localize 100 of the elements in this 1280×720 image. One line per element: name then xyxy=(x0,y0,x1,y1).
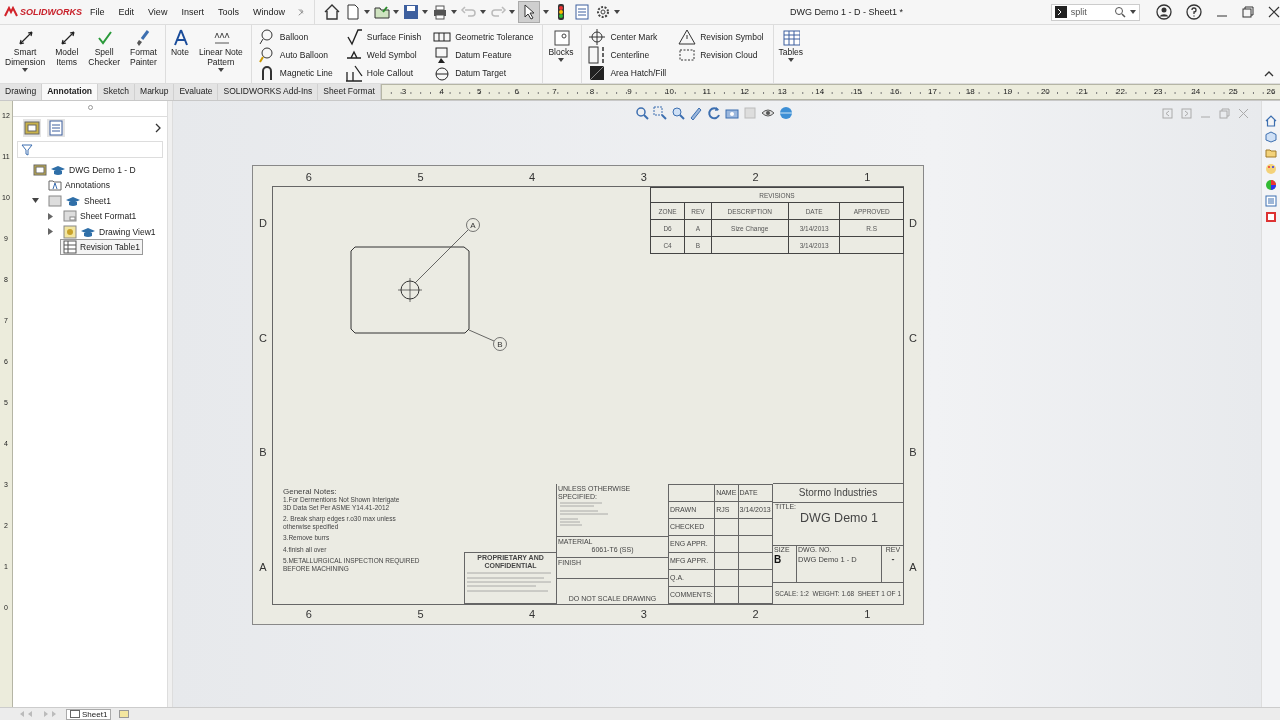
chevron-right-icon[interactable] xyxy=(155,123,161,133)
collapse-arrow-icon[interactable] xyxy=(32,197,39,205)
leader-line xyxy=(468,329,495,342)
sheet-icon xyxy=(70,710,80,718)
zone-label: 1 xyxy=(863,169,872,185)
zone-label: A xyxy=(258,559,268,575)
menu-item[interactable]: Edit xyxy=(118,7,135,17)
caret-icon[interactable] xyxy=(451,10,458,14)
ribbon-button[interactable]: Area Hatch/Fill xyxy=(588,64,667,81)
caret-icon[interactable] xyxy=(543,10,550,14)
grip-icon[interactable] xyxy=(87,105,93,110)
ribbon-button[interactable]: Hole Callout xyxy=(344,64,422,81)
ribbon-tab[interactable]: Sheet Format xyxy=(318,84,381,100)
expand-arrow-icon[interactable] xyxy=(47,228,54,236)
tree-item[interactable]: Annotations xyxy=(45,177,113,194)
caret-icon[interactable] xyxy=(480,10,487,14)
caret-icon[interactable] xyxy=(509,10,516,14)
ribbon-button[interactable]: Surface Finish xyxy=(344,28,422,45)
sheet-tab[interactable]: Sheet1 xyxy=(66,708,112,720)
search-icon[interactable] xyxy=(1114,6,1126,18)
caret-icon[interactable] xyxy=(557,58,564,62)
help-icon[interactable] xyxy=(1186,4,1202,20)
tree-item[interactable]: Drawing View1 xyxy=(60,223,159,240)
ribbon-button[interactable]: Note xyxy=(167,28,192,83)
ribbon-button[interactable]: Centerline xyxy=(588,46,667,63)
collapse-chevron-icon[interactable] xyxy=(1264,71,1274,77)
color-wheel-icon[interactable] xyxy=(1265,179,1277,191)
user-account-icon[interactable] xyxy=(1156,4,1172,20)
globe-icon[interactable] xyxy=(779,106,793,120)
ribbon-button[interactable]: Weld Symbol xyxy=(344,46,422,63)
ribbon-button[interactable]: Magnetic Line xyxy=(257,64,333,81)
ribbon-button[interactable]: Linear Note Pattern xyxy=(195,28,246,83)
form-icon[interactable] xyxy=(1265,211,1277,223)
ribbon-tab[interactable]: Drawing xyxy=(0,84,43,100)
menu-item[interactable]: Window xyxy=(252,7,285,17)
funnel-icon xyxy=(21,143,33,156)
caret-icon[interactable] xyxy=(364,10,371,14)
caret-icon[interactable] xyxy=(393,10,400,14)
zoom-fit-icon[interactable] xyxy=(635,106,649,120)
zone-label: B xyxy=(258,445,268,461)
close-icon[interactable] xyxy=(1268,6,1280,18)
feature-tree-tab-icon[interactable] xyxy=(23,119,41,137)
rotate-icon[interactable] xyxy=(707,106,721,120)
tree-item[interactable]: Sheet Format1 xyxy=(60,208,140,225)
eye-icon[interactable] xyxy=(761,106,775,120)
drawing-view-icon xyxy=(63,224,77,239)
menu-item[interactable]: Insert xyxy=(181,7,204,17)
ribbon-button[interactable]: Tables xyxy=(775,28,807,83)
folder-icon[interactable] xyxy=(1265,147,1277,159)
pencil-icon[interactable] xyxy=(689,106,703,120)
restore-icon[interactable] xyxy=(1242,6,1254,18)
zone-label: 5 xyxy=(416,606,425,622)
menu-item[interactable]: File xyxy=(90,7,105,17)
ruler-number: 6 xyxy=(514,86,521,98)
filter-field[interactable] xyxy=(17,141,163,158)
camera-icon[interactable] xyxy=(725,106,739,120)
tree-item[interactable]: Sheet1 xyxy=(45,192,114,209)
ribbon-button[interactable]: Format Painter xyxy=(126,28,160,83)
ribbon-button[interactable]: Spell Checker xyxy=(85,28,123,83)
ribbon-tab[interactable]: Markup xyxy=(135,84,175,100)
ribbon-button[interactable]: Revision Cloud xyxy=(678,46,764,63)
ribbon-button[interactable]: Datum Target xyxy=(433,64,534,81)
list-panel-icon[interactable] xyxy=(1265,195,1277,207)
caret-icon[interactable] xyxy=(422,10,429,14)
company-name: Stormo Industries xyxy=(773,484,903,503)
ribbon-tab[interactable]: Evaluate xyxy=(174,84,219,100)
table-icon xyxy=(63,240,77,255)
caret-icon[interactable] xyxy=(22,68,29,72)
ribbon-tab[interactable]: Annotation xyxy=(42,84,99,100)
caret-icon[interactable] xyxy=(787,58,794,62)
zone-label: 3 xyxy=(639,169,648,185)
menu-item[interactable]: View xyxy=(148,7,168,17)
menu-item[interactable]: Tools xyxy=(217,7,239,17)
zone-label: 2 xyxy=(751,606,760,622)
expand-arrow-icon[interactable] xyxy=(47,212,54,220)
ribbon-button[interactable]: Revision Symbol xyxy=(678,28,764,45)
zoom-previous-icon[interactable] xyxy=(671,106,685,120)
caret-icon[interactable] xyxy=(217,68,224,72)
caret-icon[interactable] xyxy=(614,10,621,14)
ribbon-button[interactable]: Blocks xyxy=(545,28,577,83)
splitter-handle[interactable] xyxy=(168,101,173,707)
ribbon-tab[interactable]: Sketch xyxy=(98,84,136,100)
ribbon-tab[interactable]: SOLIDWORKS Add-Ins xyxy=(218,84,319,100)
property-list-tab-icon[interactable] xyxy=(47,119,65,137)
tree-item[interactable]: DWG Demo 1 - D xyxy=(30,161,139,178)
balloon-icon xyxy=(257,45,276,64)
tree-item[interactable]: Revision Table1 xyxy=(60,239,143,256)
ribbon-button[interactable]: Smart Dimension xyxy=(2,28,49,83)
ribbon-button[interactable]: Balloon xyxy=(257,28,333,45)
zoom-area-icon[interactable] xyxy=(653,106,667,120)
caret-icon[interactable] xyxy=(1130,10,1136,14)
revision-value: - xyxy=(890,554,896,564)
ribbon-button[interactable]: Geometric Tolerance xyxy=(433,28,534,45)
select-button[interactable] xyxy=(518,1,541,23)
ribbon-button[interactable]: Model Items xyxy=(52,28,82,83)
search-field[interactable]: split xyxy=(1050,3,1140,21)
ribbon-button[interactable]: Auto Balloon xyxy=(257,46,333,63)
home-icon[interactable] xyxy=(323,3,342,21)
ribbon-button[interactable]: Center Mark xyxy=(588,28,667,45)
ribbon-button[interactable]: Datum Feature xyxy=(433,46,534,63)
